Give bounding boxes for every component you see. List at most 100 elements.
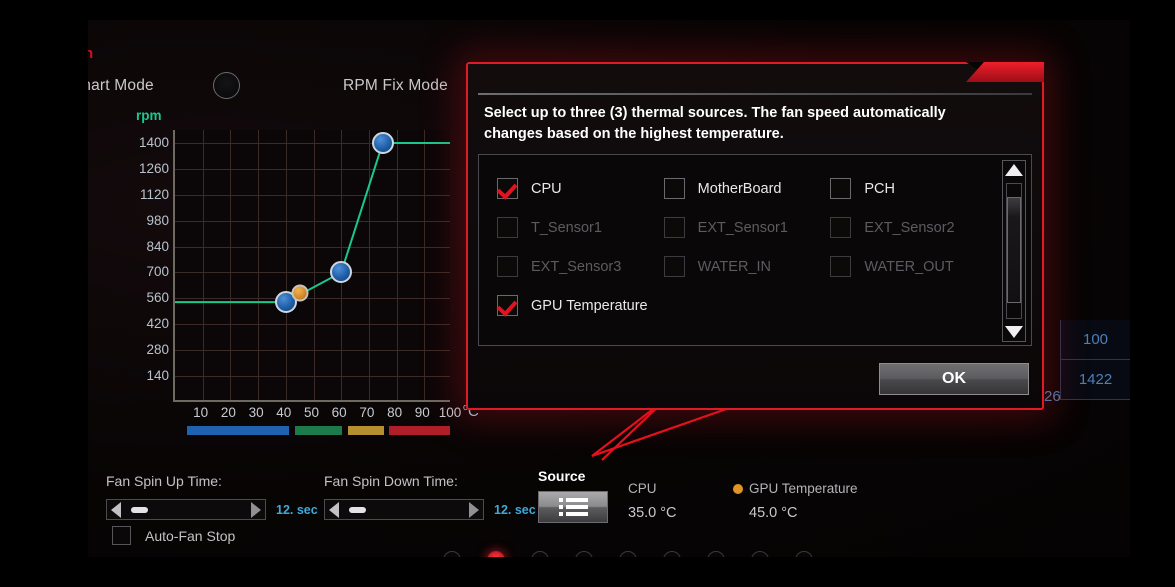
pagination-dot[interactable]	[751, 551, 769, 557]
pagination-dot[interactable]	[619, 551, 637, 557]
auto-fan-stop-checkbox[interactable]	[112, 526, 131, 545]
pagination-dot[interactable]	[575, 551, 593, 557]
curve-anchor-point[interactable]	[371, 131, 394, 154]
ok-button[interactable]: OK	[879, 363, 1029, 395]
source-block: Source	[538, 468, 608, 523]
source-checkbox[interactable]	[497, 178, 518, 199]
source-option-motherboard[interactable]: MotherBoard	[663, 178, 831, 199]
smart-mode-label[interactable]: mart Mode	[88, 77, 154, 95]
x-tick-label: 90	[414, 405, 430, 420]
dialog-message: Select up to three (3) thermal sources. …	[484, 105, 946, 142]
fan-spin-down-slider[interactable]	[324, 499, 484, 520]
source-checkbox[interactable]	[663, 178, 685, 199]
sensor-readout-cpu: CPU 35.0 °C	[628, 481, 677, 521]
pagination-dots[interactable]	[443, 551, 813, 557]
x-tick-label: 10	[193, 405, 209, 420]
sensor-value: 45.0 °C	[749, 505, 798, 521]
x-tick-label: 100	[438, 405, 462, 420]
y-tick-label: 560	[146, 290, 169, 306]
source-checkbox	[830, 217, 852, 238]
y-tick-label: 700	[146, 264, 169, 280]
slider-thumb[interactable]	[349, 506, 366, 513]
pagination-dot[interactable]	[487, 551, 505, 557]
sensor-color-dot-icon	[733, 484, 743, 495]
table-cell: 1422	[1060, 360, 1130, 400]
slider-right-arrow-icon[interactable]	[251, 501, 261, 518]
source-checkbox-label: EXT_Sensor3	[531, 258, 622, 275]
source-option-gpu-temperature[interactable]: GPU Temperature	[497, 295, 672, 316]
source-checkbox-label: T_Sensor1	[531, 219, 602, 236]
screen-root: n mart Mode RPM Fix Mode rpm 1400 1260 112…	[0, 0, 1175, 587]
auto-fan-stop-row[interactable]: Auto-Fan Stop	[112, 526, 235, 545]
fan-spin-up-label: Fan Spin Up Time:	[106, 473, 222, 489]
source-option-pch[interactable]: PCH	[830, 178, 997, 199]
y-tick-label: 280	[146, 342, 169, 358]
y-tick-label: 980	[146, 212, 169, 228]
pagination-dot[interactable]	[795, 551, 813, 557]
temperature-colorbar	[173, 426, 450, 435]
pagination-dot[interactable]	[707, 551, 725, 557]
fan-spin-up-slider[interactable]	[106, 499, 266, 520]
pagination-dot[interactable]	[531, 551, 549, 557]
source-option-water-out: WATER_OUT	[830, 256, 997, 277]
y-tick-label: 840	[146, 238, 169, 254]
rpm-fix-mode-label[interactable]: RPM Fix Mode	[343, 77, 448, 95]
chart-plot-area[interactable]	[173, 130, 450, 402]
colorbar-segment	[294, 426, 342, 435]
list-scrollbar[interactable]	[1002, 160, 1026, 342]
slider-left-arrow-icon[interactable]	[111, 501, 121, 518]
pagination-dot[interactable]	[443, 551, 461, 557]
fan-spin-up-value: 12. sec	[276, 502, 318, 517]
slider-right-arrow-icon[interactable]	[469, 501, 479, 518]
source-option-cpu[interactable]: CPU	[497, 178, 664, 199]
table-cell: 100	[1060, 320, 1130, 360]
slider-thumb[interactable]	[131, 506, 148, 513]
rpm-fix-mode-radio[interactable]	[213, 72, 240, 99]
source-checkbox[interactable]	[497, 295, 518, 316]
colorbar-segment	[389, 426, 450, 435]
source-row: GPU Temperature	[497, 286, 997, 325]
source-row: T_Sensor1 EXT_Sensor1 EXT_Sensor2	[497, 208, 997, 247]
dialog-divider	[478, 93, 1032, 95]
source-checkbox-label: WATER_IN	[697, 258, 771, 275]
auto-fan-stop-label: Auto-Fan Stop	[145, 527, 236, 544]
chart-x-axis: 10 20 30 40 50 60 70 80 90 100	[173, 405, 473, 423]
source-select-button[interactable]	[538, 491, 608, 523]
source-checkbox	[663, 217, 685, 238]
pagination-dot[interactable]	[663, 551, 681, 557]
y-tick-label: 420	[146, 316, 169, 332]
sensor-name: CPU	[628, 481, 657, 496]
fan-spin-up-control: Fan Spin Up Time: 12. sec	[106, 473, 318, 520]
sensor-value: 35.0 °C	[628, 505, 677, 521]
chart-y-axis: 1400 1260 1120 980 840 700 560 420 280 140	[106, 130, 169, 398]
source-row: CPU MotherBoard PCH	[497, 169, 997, 208]
sensor-readout-gpu: GPU Temperature 45.0 °C	[733, 481, 858, 521]
triangle-up-icon[interactable]	[1005, 164, 1023, 176]
sensor-name: GPU Temperature	[749, 481, 858, 496]
chart-y-unit-label: rpm	[136, 108, 162, 123]
source-checkbox	[830, 256, 852, 277]
fan-curve-chart: rpm 1400 1260 1120 980 840 700 560 420 280 140 10…	[106, 108, 486, 438]
source-checkbox-label: MotherBoard	[697, 180, 782, 197]
source-checkbox[interactable]	[830, 178, 852, 199]
source-checkbox-label: WATER_OUT	[864, 258, 954, 275]
source-option-water-in: WATER_IN	[663, 256, 831, 277]
x-tick-label: 60	[331, 405, 347, 420]
fan-spin-down-control: Fan Spin Down Time: 12. sec	[324, 473, 536, 520]
slider-left-arrow-icon[interactable]	[329, 501, 339, 518]
triangle-down-icon[interactable]	[1005, 326, 1023, 338]
x-tick-label: 80	[387, 405, 403, 420]
scrollbar-thumb[interactable]	[1007, 197, 1021, 303]
curve-anchor-point[interactable]	[330, 261, 353, 284]
source-checkbox	[497, 256, 518, 277]
x-tick-label: 70	[359, 405, 375, 420]
x-tick-label: 40	[276, 405, 292, 420]
source-checkbox-label: CPU	[531, 180, 562, 197]
thermal-source-list: CPU MotherBoard PCH T_Sensor1 EXT_Sensor1 EXT…	[478, 154, 1032, 346]
table-partial-value: 26	[1044, 388, 1061, 405]
table-fragment: 100 1422	[1060, 320, 1130, 400]
source-checkbox	[497, 217, 518, 238]
source-checkbox-label: EXT_Sensor1	[697, 219, 788, 236]
source-option-ext-sensor1: EXT_Sensor1	[663, 217, 831, 238]
source-checkbox-label: GPU Temperature	[531, 297, 648, 314]
